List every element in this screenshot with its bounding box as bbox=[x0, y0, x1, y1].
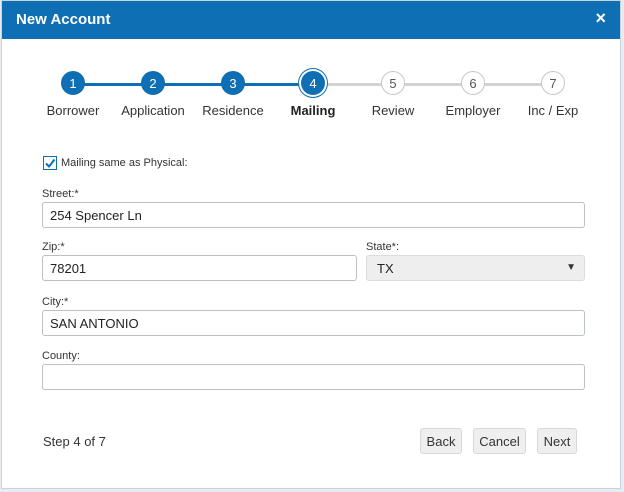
close-icon[interactable]: × bbox=[595, 8, 606, 29]
next-button[interactable]: Next bbox=[537, 428, 577, 454]
step-label: Employer bbox=[445, 103, 501, 118]
state-value: TX bbox=[377, 261, 394, 276]
step-label: Borrower bbox=[46, 103, 100, 118]
step-number: 4 bbox=[301, 71, 325, 95]
mailing-same-label: Mailing same as Physical: bbox=[61, 157, 188, 169]
step-label: Mailing bbox=[290, 103, 336, 118]
step-label: Application bbox=[121, 103, 185, 118]
wizard-stepper: 1 Borrower 2 Application 3 Residence 4 M… bbox=[2, 71, 620, 131]
city-field[interactable]: SAN ANTONIO bbox=[42, 310, 585, 336]
dialog-titlebar: New Account × bbox=[2, 1, 620, 39]
step-number: 5 bbox=[381, 71, 405, 95]
county-field[interactable] bbox=[42, 364, 585, 390]
county-label: County: bbox=[42, 350, 80, 362]
step-progress-text: Step 4 of 7 bbox=[43, 434, 106, 449]
street-field[interactable]: 254 Spencer Ln bbox=[42, 202, 585, 228]
step-residence[interactable]: 3 Residence bbox=[188, 71, 278, 118]
city-label: City:* bbox=[42, 296, 69, 308]
street-label: Street:* bbox=[42, 188, 79, 200]
step-number: 6 bbox=[461, 71, 485, 95]
dropdown-arrow-icon: ▼ bbox=[566, 262, 576, 273]
step-employer[interactable]: 6 Employer bbox=[428, 71, 518, 118]
zip-field[interactable]: 78201 bbox=[42, 255, 357, 281]
mailing-same-checkbox[interactable] bbox=[43, 156, 57, 170]
step-inc-exp[interactable]: 7 Inc / Exp bbox=[508, 71, 598, 118]
state-label: State*: bbox=[366, 241, 400, 253]
back-button[interactable]: Back bbox=[420, 428, 462, 454]
step-label: Review bbox=[371, 103, 415, 118]
new-account-dialog: New Account × 1 Borrower 2 Application 3… bbox=[1, 0, 621, 489]
checkmark-icon bbox=[45, 158, 56, 169]
step-review[interactable]: 5 Review bbox=[348, 71, 438, 118]
step-borrower[interactable]: 1 Borrower bbox=[28, 71, 118, 118]
step-number: 1 bbox=[61, 71, 85, 95]
step-number: 7 bbox=[541, 71, 565, 95]
step-label: Residence bbox=[202, 103, 264, 118]
step-number: 2 bbox=[141, 71, 165, 95]
dialog-title: New Account bbox=[16, 11, 111, 28]
mailing-same-row: Mailing same as Physical: bbox=[43, 156, 188, 170]
step-mailing[interactable]: 4 Mailing bbox=[268, 71, 358, 118]
step-label: Inc / Exp bbox=[527, 103, 579, 118]
state-select[interactable]: TX ▼ bbox=[366, 255, 585, 281]
zip-label: Zip:* bbox=[42, 241, 65, 253]
step-number: 3 bbox=[221, 71, 245, 95]
cancel-button[interactable]: Cancel bbox=[473, 428, 526, 454]
step-application[interactable]: 2 Application bbox=[108, 71, 198, 118]
